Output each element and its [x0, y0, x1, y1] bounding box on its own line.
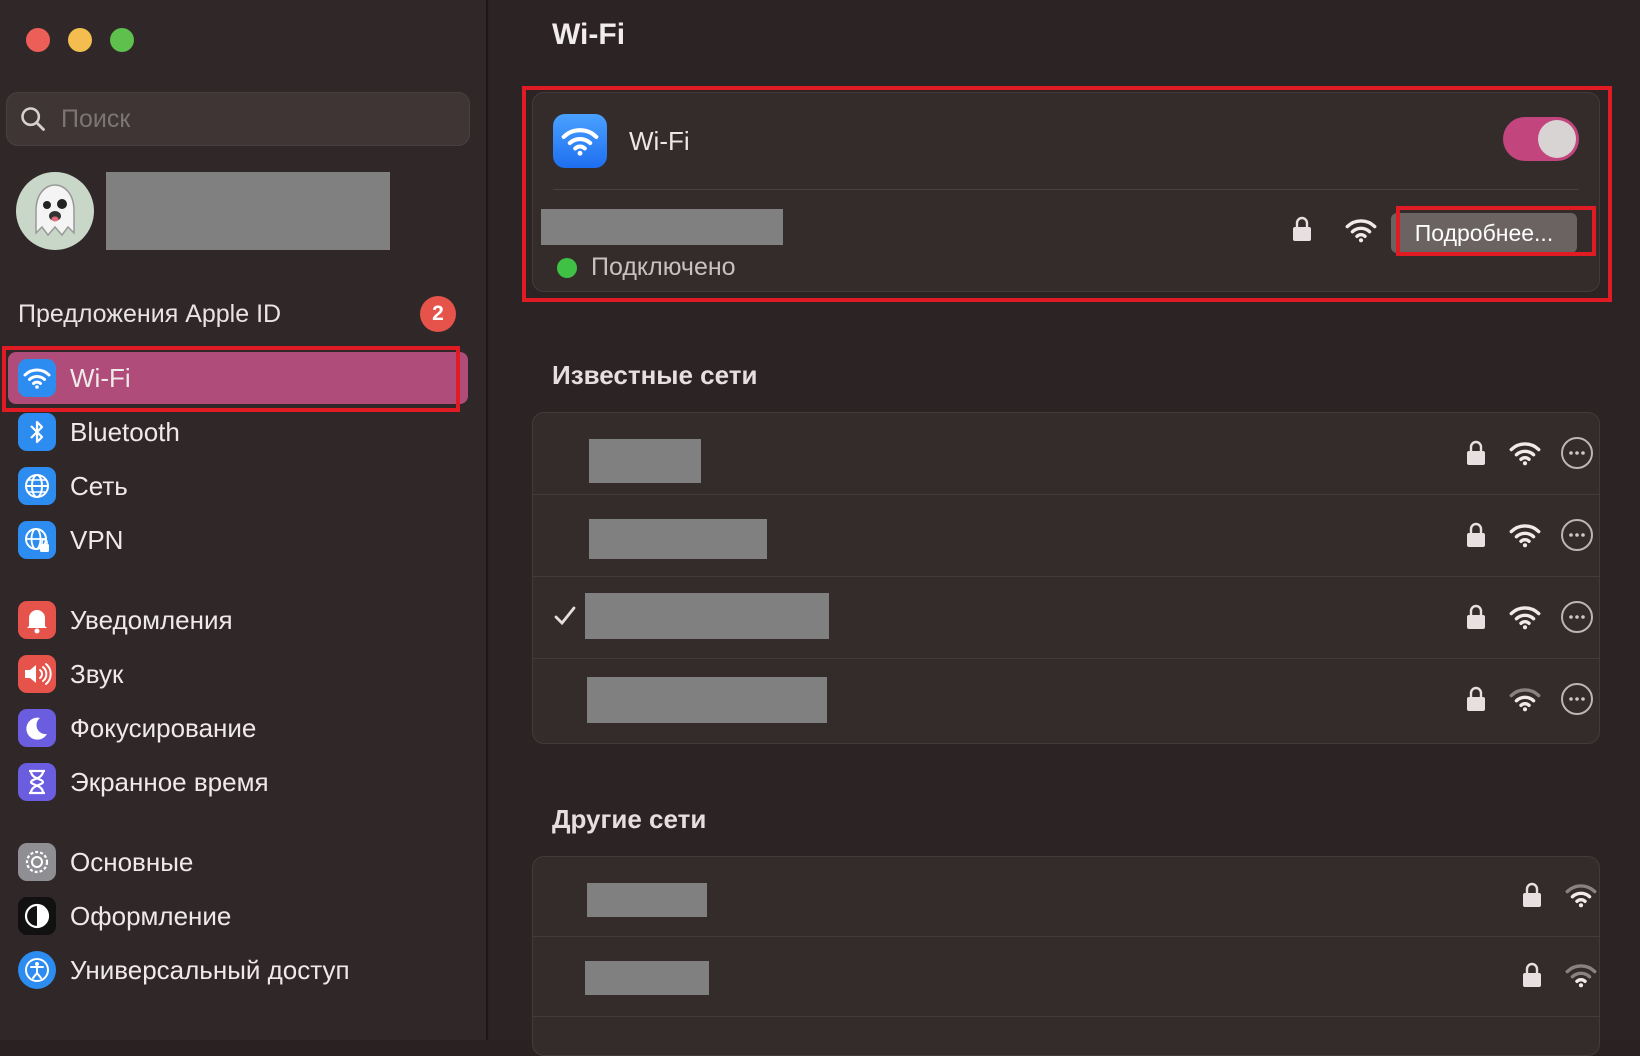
- search-field[interactable]: [6, 92, 470, 146]
- wifi-signal-icon: [1509, 606, 1541, 630]
- settings-window: Предложения Apple ID 2 Wi-Fi Bluetooth С…: [0, 0, 1640, 1056]
- redacted-user-name: [106, 172, 390, 250]
- sidebar-item-label: Фокусирование: [70, 712, 257, 743]
- bluetooth-icon: [18, 413, 56, 451]
- wifi-card-highlight-annotation: [522, 86, 1612, 302]
- sidebar-item-vpn[interactable]: VPN: [8, 514, 468, 566]
- list-item[interactable]: [533, 937, 1599, 1017]
- close-window-button[interactable]: [26, 28, 50, 52]
- main-pane: Wi-Fi Wi-Fi Подключено Подробнее... Изве…: [490, 0, 1640, 1056]
- sidebar-item-label: Универсальный доступ: [70, 954, 350, 985]
- row-icons: [1465, 601, 1593, 633]
- wifi-signal-icon: [1509, 524, 1541, 548]
- sidebar-item-sound[interactable]: Звук: [8, 648, 468, 700]
- sidebar-item-label: VPN: [70, 524, 124, 555]
- sidebar: Предложения Apple ID 2 Wi-Fi Bluetooth С…: [0, 0, 488, 1040]
- list-item[interactable]: [533, 495, 1599, 577]
- wifi-weak-signal-icon: [1509, 688, 1541, 712]
- sidebar-item-label: Оформление: [70, 900, 232, 931]
- redacted-network-name: [587, 883, 707, 917]
- sidebar-item-label: Основные: [70, 846, 194, 877]
- row-icons: [1521, 961, 1597, 989]
- redacted-network-name: [587, 677, 827, 723]
- page-title: Wi-Fi: [552, 18, 626, 51]
- sidebar-item-label: Экранное время: [70, 766, 269, 797]
- ellipsis-icon: [1569, 615, 1585, 619]
- wifi-highlight-annotation: [2, 346, 460, 412]
- row-icons: [1465, 519, 1593, 551]
- globe-icon: [18, 467, 56, 505]
- more-options-button[interactable]: [1561, 437, 1593, 469]
- lock-icon: [1467, 686, 1485, 711]
- known-networks-title: Известные сети: [552, 360, 758, 390]
- zoom-window-button[interactable]: [110, 28, 134, 52]
- notification-badge: 2: [420, 296, 456, 332]
- appearance-icon: [18, 897, 56, 935]
- checkmark-icon: [554, 606, 576, 626]
- redacted-network-name: [585, 593, 829, 639]
- details-highlight-annotation: [1396, 206, 1596, 256]
- wifi-weak-signal-icon: [1565, 964, 1597, 988]
- list-item[interactable]: [533, 659, 1599, 741]
- window-controls: [26, 28, 134, 52]
- lock-icon: [1523, 962, 1541, 987]
- row-icons: [1465, 683, 1593, 715]
- search-input[interactable]: [59, 103, 443, 135]
- lock-icon: [1467, 522, 1485, 547]
- ghost-avatar-icon: [35, 184, 75, 237]
- more-options-button[interactable]: [1561, 519, 1593, 551]
- accessibility-icon: [18, 951, 56, 989]
- wifi-signal-icon: [1565, 884, 1597, 908]
- speaker-icon: [18, 655, 56, 693]
- sidebar-item-label: Bluetooth: [70, 416, 180, 447]
- apple-id-suggestions[interactable]: Предложения Apple ID 2: [18, 296, 458, 332]
- sidebar-item-screen-time[interactable]: Экранное время: [8, 756, 468, 808]
- row-icons: [1521, 881, 1597, 909]
- other-networks-list: [532, 856, 1600, 1056]
- sidebar-item-label: Сеть: [70, 470, 128, 501]
- redacted-network-name: [585, 961, 709, 995]
- known-networks-list: [532, 412, 1600, 744]
- list-item[interactable]: [533, 857, 1599, 937]
- sidebar-item-label: Уведомления: [70, 604, 233, 635]
- ellipsis-icon: [1569, 533, 1585, 537]
- row-icons: [1465, 437, 1593, 469]
- more-options-button[interactable]: [1561, 683, 1593, 715]
- gear-icon: [18, 843, 56, 881]
- vpn-globe-icon: [18, 521, 56, 559]
- lock-icon: [1467, 440, 1485, 465]
- hourglass-icon: [18, 763, 56, 801]
- sidebar-item-network[interactable]: Сеть: [8, 460, 468, 512]
- avatar[interactable]: [16, 172, 94, 250]
- list-item[interactable]: [533, 413, 1599, 495]
- user-profile[interactable]: [16, 172, 390, 250]
- sidebar-item-focus[interactable]: Фокусирование: [8, 702, 468, 754]
- moon-icon: [18, 709, 56, 747]
- sidebar-item-general[interactable]: Основные: [8, 836, 468, 888]
- bell-icon: [18, 601, 56, 639]
- minimize-window-button[interactable]: [68, 28, 92, 52]
- ellipsis-icon: [1569, 697, 1585, 701]
- other-networks-title: Другие сети: [552, 804, 707, 834]
- lock-icon: [1467, 604, 1485, 629]
- redacted-network-name: [589, 519, 767, 559]
- ellipsis-icon: [1569, 451, 1585, 455]
- sidebar-item-appearance[interactable]: Оформление: [8, 890, 468, 942]
- wifi-signal-icon: [1509, 442, 1541, 466]
- sidebar-item-accessibility[interactable]: Универсальный доступ: [8, 944, 468, 996]
- search-icon: [21, 107, 45, 131]
- more-options-button[interactable]: [1561, 601, 1593, 633]
- redacted-network-name: [589, 439, 701, 483]
- divider: [533, 1016, 1599, 1017]
- sidebar-item-label: Звук: [70, 658, 124, 689]
- lock-icon: [1523, 882, 1541, 907]
- list-item-current[interactable]: [533, 577, 1599, 659]
- apple-id-suggestions-label: Предложения Apple ID: [18, 299, 282, 328]
- sidebar-item-bluetooth[interactable]: Bluetooth: [8, 406, 468, 458]
- sidebar-item-notifications[interactable]: Уведомления: [8, 594, 468, 646]
